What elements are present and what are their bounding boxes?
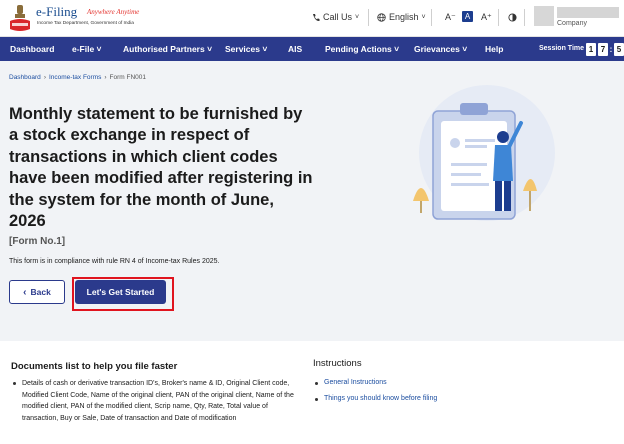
page-title: Monthly statement to be furnished by a s… bbox=[9, 105, 313, 231]
form-number: [Form No.1] bbox=[9, 236, 66, 247]
nav-authorised-partners[interactable]: Authorised Partners ˅ bbox=[123, 37, 212, 61]
session-time-label: Session Time bbox=[539, 45, 585, 52]
back-button[interactable]: ‹ Back bbox=[9, 280, 65, 304]
nav-dashboard[interactable]: Dashboard bbox=[10, 37, 54, 61]
lets-get-started-button[interactable]: Let's Get Started bbox=[75, 280, 166, 304]
efiling-logo[interactable]: e-Filing Anywhere Anytime Income Tax Dep… bbox=[8, 3, 148, 33]
logo-tagline: Anywhere Anytime bbox=[87, 8, 140, 16]
top-header: e-Filing Anywhere Anytime Income Tax Dep… bbox=[0, 0, 624, 37]
compliance-note: This form is in compliance with rule RN … bbox=[9, 258, 220, 265]
company-label: Company bbox=[557, 20, 587, 27]
general-instructions-link[interactable]: General Instructions bbox=[313, 379, 437, 386]
national-emblem-icon bbox=[10, 5, 30, 31]
language-label: English bbox=[389, 12, 419, 22]
call-us-button[interactable]: Call Us ˅ bbox=[312, 12, 359, 22]
font-decrease-button[interactable]: A⁻ bbox=[445, 12, 456, 23]
nav-ais[interactable]: AIS bbox=[288, 37, 302, 61]
nav-grievances[interactable]: Grievances ˅ bbox=[414, 37, 467, 61]
back-button-label: Back bbox=[30, 287, 51, 297]
divider bbox=[431, 9, 432, 26]
documents-list-title: Documents list to help you file faster bbox=[11, 361, 178, 372]
call-us-label: Call Us bbox=[323, 12, 353, 22]
chevron-right-icon: › bbox=[104, 74, 107, 81]
contrast-icon[interactable] bbox=[508, 13, 517, 22]
font-normal-button[interactable]: A bbox=[462, 11, 473, 22]
chevron-right-icon: › bbox=[43, 74, 46, 81]
logo-title: e-Filing bbox=[36, 4, 78, 19]
phone-icon bbox=[313, 13, 320, 21]
instructions-title: Instructions bbox=[313, 358, 362, 369]
documents-list: Details of cash or derivative transactio… bbox=[11, 378, 301, 424]
logo-subtitle: Income Tax Department, Government of Ind… bbox=[37, 21, 134, 26]
nav-help[interactable]: Help bbox=[485, 37, 503, 61]
chevron-down-icon: ˅ bbox=[421, 13, 426, 21]
nav-e-file[interactable]: e-File ˅ bbox=[72, 37, 102, 61]
nav-services[interactable]: Services ˅ bbox=[225, 37, 267, 61]
main-nav: Dashboard e-File ˅ Authorised Partners ˅… bbox=[0, 37, 624, 61]
things-to-know-link[interactable]: Things you should know before filing bbox=[313, 395, 437, 402]
divider bbox=[498, 9, 499, 26]
session-digit: 1 bbox=[586, 43, 596, 56]
list-item: Details of cash or derivative transactio… bbox=[11, 378, 301, 424]
breadcrumb-income-tax-forms[interactable]: Income-tax Forms bbox=[49, 74, 101, 81]
session-digit: 7 bbox=[598, 43, 608, 56]
breadcrumb-current: Form FN001 bbox=[109, 74, 147, 81]
breadcrumb-dashboard[interactable]: Dashboard bbox=[9, 74, 41, 81]
form-illustration bbox=[413, 85, 555, 221]
language-select[interactable]: English ˅ bbox=[377, 12, 426, 22]
globe-icon bbox=[377, 12, 386, 22]
nav-pending-actions[interactable]: Pending Actions ˅ bbox=[325, 37, 399, 61]
session-digit-colon: : bbox=[609, 45, 613, 54]
breadcrumb: Dashboard › Income-tax Forms › Form FN001 bbox=[9, 74, 146, 81]
divider bbox=[524, 9, 525, 26]
avatar[interactable] bbox=[534, 6, 554, 26]
session-digit: 5 bbox=[614, 43, 624, 56]
user-name-redacted bbox=[557, 7, 619, 18]
divider bbox=[368, 9, 369, 26]
instructions-list: General Instructions Things you should k… bbox=[313, 379, 437, 411]
chevron-left-icon: ‹ bbox=[23, 286, 27, 298]
chevron-down-icon: ˅ bbox=[355, 13, 360, 21]
font-increase-button[interactable]: A⁺ bbox=[481, 12, 492, 23]
form-intro-section: Dashboard › Income-tax Forms › Form FN001 Mo… bbox=[0, 61, 624, 341]
